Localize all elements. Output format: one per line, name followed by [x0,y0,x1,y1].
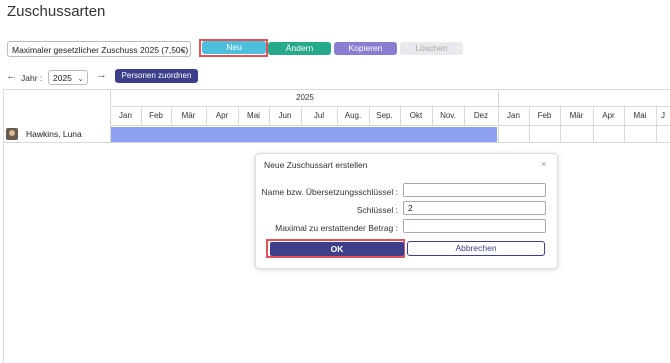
assignment-bar[interactable] [111,127,497,142]
month-label: Mai [247,111,260,120]
zuschuss-select[interactable]: Maximaler gesetzlicher Zuschuss 2025 (7,… [7,41,191,57]
max-amount-label: Maximal zu erstattender Betrag : [275,223,398,233]
dialog-title: Neue Zuschussart erstellen [264,160,368,170]
month-label-next-year: Feb [537,111,552,120]
month-label: Aug. [344,111,362,120]
month-label: Sep. [376,111,393,120]
month-label-next-year: Apr [602,111,615,120]
timeline-year: 2025 [296,93,314,102]
cancel-button[interactable]: Abbrechen [407,241,545,256]
close-icon[interactable]: × [541,159,546,169]
month-label: Mär [181,111,196,120]
year-label: Jahr : [21,73,43,83]
loeschen-button[interactable]: Löschen [400,42,463,55]
neu-button[interactable]: Neu [202,41,266,54]
month-label: Jan [119,111,132,120]
name-field[interactable] [403,183,546,197]
grid-hline [110,106,670,107]
arrow-right-icon[interactable]: → [96,69,107,81]
arrow-left-icon[interactable]: ← [6,70,17,82]
month-label: Apr [215,111,229,120]
year-select[interactable]: 2025 ⌄ [48,70,88,85]
month-label: Jul [313,111,325,120]
grid-hline [110,125,670,126]
zuschuss-select-value: Maximaler gesetzlicher Zuschuss 2025 (7,… [12,45,189,55]
month-label-next-year: Jan [507,111,520,120]
ok-button[interactable]: OK [270,242,404,256]
month-label-next-year: J [661,111,665,120]
month-label: Nov. [440,111,456,120]
month-label: Feb [149,111,163,120]
aendern-button[interactable]: Ändern [268,42,331,55]
max-amount-field[interactable] [403,219,546,233]
chevron-down-icon: ⌄ [180,45,187,54]
personen-zuordnen-button[interactable]: Personen zuordnen [115,69,198,83]
grid-hline [3,89,670,90]
month-label-next-year: Mai [633,111,647,120]
key-field[interactable]: 2 [403,201,546,215]
month-label: Jun [278,111,292,120]
month-label: Okt [409,111,423,120]
person-name[interactable]: Hawkins, Luna [26,129,82,139]
avatar [6,128,18,140]
year-select-value: 2025 [53,73,72,83]
page-title: Zuschussarten [7,3,106,20]
key-label: Schlüssel : [356,205,398,215]
name-label: Name bzw. Übersetzungsschlüssel : [261,187,398,197]
chevron-down-icon: ⌄ [77,74,84,83]
kopieren-button[interactable]: Kopieren [334,42,397,55]
grid-hline [3,142,670,143]
month-label: Dez [473,111,489,120]
month-label-next-year: Mär [569,111,584,120]
